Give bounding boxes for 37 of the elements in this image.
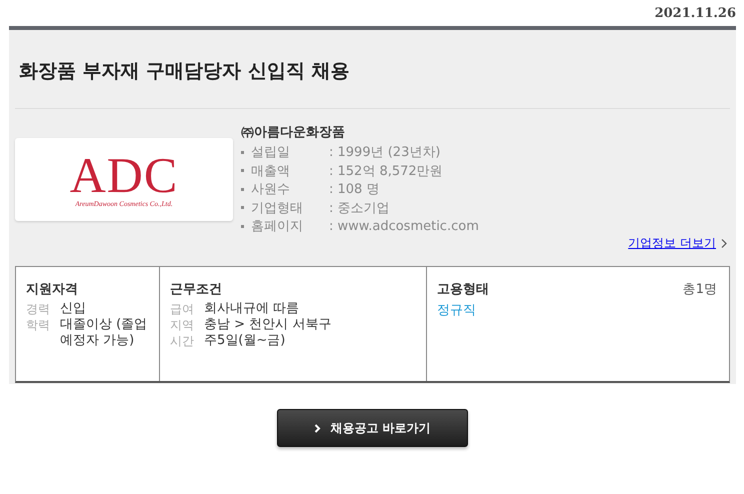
job-title: 화장품 부자재 구매담당자 신입직 채용: [15, 30, 730, 109]
bullet-icon: [241, 188, 244, 191]
fact-value: : 중소기업: [329, 200, 390, 217]
fact-label: 사원수: [251, 181, 291, 198]
condition-value: 충남 > 천안시 서북구: [204, 316, 332, 332]
fact-value: : 108 명: [329, 181, 380, 198]
condition-label: 경력: [26, 300, 50, 316]
chevron-right-icon: [721, 238, 727, 248]
chevron-right-icon: [314, 424, 322, 432]
fact-label: 설립일: [251, 144, 291, 162]
condition-value: 주5일(월~금): [204, 332, 286, 348]
hire-count: 총1명: [682, 280, 717, 298]
fact-value: : 152억 8,572만원: [329, 162, 443, 180]
condition-label: 시간: [170, 332, 194, 348]
fact-value: : 1999년 (23년차): [329, 144, 440, 162]
fact-value: : www.adcosmetic.com: [329, 218, 479, 234]
fact-label: 기업형태: [251, 200, 304, 217]
employment-type: 정규직: [437, 302, 477, 318]
bullet-icon: [241, 169, 244, 172]
apply-button[interactable]: 채용공고 바로가기: [277, 409, 468, 447]
condition-value: 신입: [60, 300, 87, 316]
company-info-link[interactable]: 기업정보 더보기: [628, 234, 716, 252]
column-heading: 근무조건: [170, 280, 222, 298]
bullet-icon: [241, 224, 244, 228]
condition-label: 급여: [170, 300, 194, 316]
column-heading: 지원자격: [26, 280, 78, 298]
company-name: ㈜아름다운화장품: [241, 124, 346, 141]
condition-label: 지역: [170, 316, 194, 332]
fact-label: 홈페이지: [251, 218, 304, 236]
condition-value: 대졸이상 (졸업예정자 가능): [60, 316, 148, 348]
condition-value: 회사내규에 따름: [204, 300, 300, 316]
condition-label: 학력: [26, 316, 50, 334]
bullet-icon: [241, 150, 244, 154]
column-heading: 고용형태: [437, 280, 489, 298]
fact-label: 매출액: [251, 162, 291, 180]
bullet-icon: [241, 206, 244, 210]
posting-date: 2021.11.26: [654, 6, 736, 23]
